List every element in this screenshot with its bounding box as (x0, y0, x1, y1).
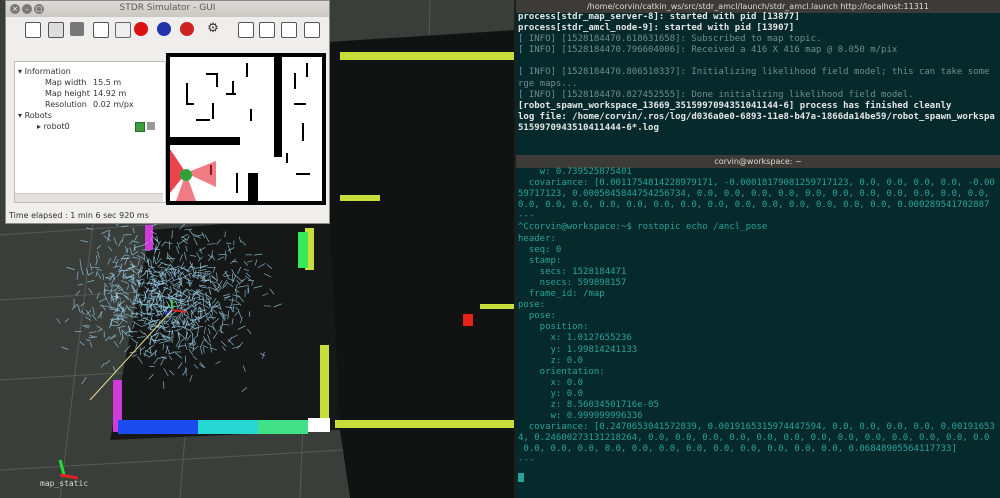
stdr-map-view[interactable] (166, 53, 326, 205)
terminal-shell[interactable]: corvin@workspace: ~ w: 0.739525875401 co… (516, 155, 1000, 498)
terminal-line: stamp: (518, 255, 562, 266)
particle-arrow (164, 297, 174, 299)
terminal-line: 59717123, 0.0005045844754256734, 0.0, 0.… (518, 189, 990, 200)
terminal-launch[interactable]: /home/corvin/catkin_ws/src/stdr_amcl/lau… (516, 0, 1000, 155)
terminal-line: frame_id: /map (518, 289, 605, 300)
terminal-line: seq: 0 (518, 244, 562, 255)
robot-visibility-icon[interactable] (135, 122, 145, 132)
terminal-line: [ INFO] [1528184470.796604006]: Received… (518, 45, 898, 56)
terminal-line: 0.0, 0.0, 0.0, 0.0, 0.0, 0.0, 0.0, 0.0, … (518, 200, 990, 211)
terminal-line: 0.0, 0.0, 0.0, 0.0, 0.0, 0.0, 0.0, 0.0, … (518, 444, 957, 455)
terminal-line: process[stdr_amcl_node-9]: started with … (518, 23, 795, 34)
terminal-line: x: 0.0 (518, 377, 584, 388)
particle-arrow (147, 312, 155, 314)
tree-scrollbar[interactable] (15, 193, 163, 202)
terminal-line: pose: (518, 311, 556, 322)
tree-map-width: Map width (45, 78, 87, 87)
particle-arrow (164, 264, 171, 266)
terminal-line: [ INFO] [1528184470.618631658]: Subscrib… (518, 34, 822, 45)
adjust-icon[interactable] (304, 22, 320, 38)
grid-icon[interactable] (238, 22, 254, 38)
tree-map-height-value: 14.92 m (93, 89, 127, 98)
gui-icon[interactable] (48, 22, 64, 38)
terminal-line: [robot_spawn_workspace_13669_35159970943… (518, 100, 952, 111)
terminal-line: position: (518, 322, 589, 333)
stdr-window-title: STDR Simulator - GUI (119, 3, 216, 13)
terminal-line: log file: /home/corvin/.ros/log/d036a0e0… (518, 111, 995, 122)
stdr-window[interactable]: × – □ STDR Simulator - GUI ⚙ ▾ Informati… (5, 0, 330, 224)
particle-arrow (140, 304, 148, 306)
terminal-line: w: 0.999999996336 (518, 411, 643, 422)
terminal-line: orientation: (518, 366, 605, 377)
terminal-line: --- (518, 455, 535, 466)
stdr-map-canvas[interactable] (166, 53, 326, 205)
terminal-line: rge maps... (518, 78, 578, 89)
terminal-line: covariance: [0.0011754814228979171, -0.0… (518, 178, 995, 189)
terminal-line: covariance: [0.2470653041572839, 0.00191… (518, 422, 995, 433)
terminal-line: pose: (518, 300, 546, 311)
rfid-red-icon[interactable] (134, 22, 148, 36)
stdr-toolbar: ⚙ (6, 17, 329, 43)
terminal-line: nsecs: 599898157 (518, 277, 627, 288)
terminal-line: [ INFO] [1528184470.806510337]: Initiali… (518, 67, 990, 78)
terminal-line: y: 1.99814241133 (518, 344, 638, 355)
particle-arrow (135, 290, 138, 297)
particle-arrow (131, 310, 133, 317)
terminal-line: x: 1.0127655236 (518, 333, 632, 344)
terminal-line: y: 0.0 (518, 388, 584, 399)
tree-robots[interactable]: ▾ Robots (18, 110, 52, 121)
save-icon[interactable] (70, 22, 84, 36)
info-tree[interactable]: ▾ Information Map width 15.5 m Map heigh… (14, 61, 166, 203)
time-elapsed: Time elapsed : 1 min 6 sec 920 ms (9, 211, 149, 220)
load-map-icon[interactable] (25, 22, 41, 38)
tree-map-width-value: 15.5 m (93, 78, 122, 87)
terminal-cursor (518, 472, 524, 482)
sound-red-icon[interactable] (180, 22, 194, 36)
robot-options-icon[interactable] (147, 122, 155, 130)
terminal-line: 4, 0.24600273131218264, 0.0, 0.0, 0.0, 0… (518, 433, 990, 444)
gear-icon[interactable]: ⚙ (206, 22, 220, 36)
tree-information[interactable]: ▾ Information (18, 66, 71, 77)
frame-label: map_static (40, 479, 89, 488)
terminal-line: ^Ccorvin@workspace:~$ rostopic echo /anc… (518, 222, 768, 233)
terminal-line: 5159970943510411444-6*.log (518, 122, 659, 133)
terminal-line: z: 8.56034501716e-05 (518, 399, 659, 410)
tree-map-height: Map height (45, 89, 90, 98)
terminal-line: header: (518, 233, 556, 244)
particle-arrow (139, 346, 141, 356)
robot-icon[interactable] (93, 22, 109, 38)
tree-resolution-value: 0.02 m/px (93, 100, 134, 109)
zoom-in-icon[interactable] (259, 22, 275, 38)
terminal-line: w: 0.739525875401 (518, 167, 632, 177)
terminal-line: z: 0.0 (518, 355, 584, 366)
rfid-blue-icon[interactable] (157, 22, 171, 36)
terminal-line: process[stdr_map_server-8]: started with… (518, 12, 800, 22)
terminal-shell-output[interactable]: w: 0.739525875401 covariance: [0.0011754… (518, 167, 1000, 498)
add-robot-icon[interactable] (115, 22, 131, 38)
zoom-out-icon[interactable] (281, 22, 297, 38)
tree-robot0[interactable]: ▸ robot0 (37, 121, 70, 132)
terminal-launch-output[interactable]: process[stdr_map_server-8]: started with… (518, 12, 1000, 155)
terminal-line: secs: 1528184471 (518, 266, 627, 277)
terminal-line: [ INFO] [1528184470.827452555]: Done ini… (518, 89, 914, 100)
stdr-titlebar[interactable]: × – □ STDR Simulator - GUI (6, 1, 329, 17)
terminal-line: --- (518, 211, 535, 222)
tree-resolution: Resolution (45, 100, 87, 109)
